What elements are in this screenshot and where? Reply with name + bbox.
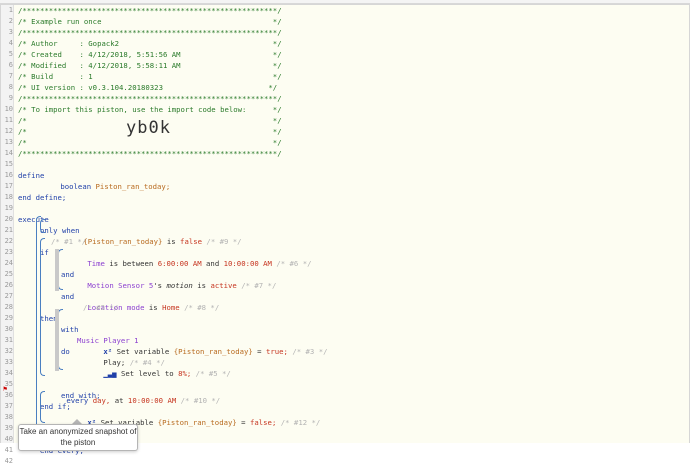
line-number: 19	[4, 204, 13, 212]
line-number: 10	[4, 105, 13, 113]
time-operand[interactable]: Time	[87, 259, 105, 268]
line-number: 1	[8, 6, 13, 14]
false-value[interactable]: false	[180, 237, 202, 246]
code-line: 15	[5, 159, 689, 170]
line-number: 12	[4, 127, 13, 135]
only-when-variable[interactable]: {Piston_ran_today}	[83, 237, 162, 246]
variable-declaration[interactable]: Piston_ran_today;	[96, 182, 171, 191]
line-text: /* Author : Gopack2 */	[18, 39, 282, 48]
code-line: 19	[5, 203, 689, 214]
line-text: /* Example run once */	[18, 17, 282, 26]
line-number: 34	[4, 369, 13, 377]
keyword-boolean: boolean	[60, 182, 92, 191]
line-text: /***************************************…	[18, 28, 282, 37]
line-number: 2	[8, 17, 13, 25]
line-number: 18	[4, 193, 13, 201]
line-number: 7	[8, 72, 13, 80]
signal-bars-icon: ▁▃▅	[103, 369, 117, 378]
line-number: 21	[4, 226, 13, 234]
line-number: 4	[8, 39, 13, 47]
line-number: 30	[4, 325, 13, 333]
line-number: 38	[4, 413, 13, 421]
code-line: 8 /* UI version : v0.3.104.20180323 */	[9, 82, 689, 93]
active-value[interactable]: active	[210, 281, 236, 290]
line-number: 17	[4, 182, 13, 190]
then-bar	[55, 309, 59, 371]
line-number: 5	[8, 50, 13, 58]
line-number: 40	[4, 435, 13, 443]
line-number: 3	[8, 28, 13, 36]
code-line: 5 /* Created : 4/12/2018, 5:51:56 AM */	[9, 49, 689, 60]
line-text: /***************************************…	[18, 149, 282, 158]
line-number: 16	[4, 171, 13, 179]
line-number: 11	[4, 116, 13, 124]
piston-code-viewer: 1 /**************************************…	[0, 4, 690, 465]
line-number: 27	[4, 292, 13, 300]
line-text: /* To import this piston, use the import…	[18, 105, 282, 114]
code-line: 10 /* To import this piston, use the impo…	[5, 104, 689, 115]
code-line: 6 /* Modified : 4/12/2018, 5:58:11 AM */	[9, 60, 689, 71]
line-number: 23	[4, 248, 13, 256]
time-start[interactable]: 6:00:00 AM	[158, 259, 202, 268]
line-text: /***************************************…	[18, 6, 282, 15]
code-line: 12/* */	[5, 126, 689, 137]
every-keyword[interactable]: every	[66, 396, 88, 405]
line-number: 14	[4, 149, 13, 157]
line-text: /* Created : 4/12/2018, 5:51:56 AM */	[18, 50, 282, 59]
line-number: 26	[4, 281, 13, 289]
line-number: 29	[4, 314, 13, 322]
line-number: 20	[4, 215, 13, 223]
line-number: 32	[4, 347, 13, 355]
line-number: 41	[4, 446, 13, 454]
if-bracket	[40, 238, 45, 376]
line-number: 22	[4, 237, 13, 245]
line-number: 33	[4, 358, 13, 366]
line-number: 13	[4, 138, 13, 146]
import-code[interactable]: yb0k	[126, 118, 171, 138]
code-line: 13 /* */	[5, 137, 689, 148]
line-text: /* UI version : v0.3.104.20180323 */	[18, 83, 278, 92]
line-text: /* Build : 1 */	[18, 72, 282, 81]
code-line: 7 /* Build : 1 */	[9, 71, 689, 82]
code-line: 42	[5, 456, 689, 467]
code-line: 20 execute	[5, 214, 689, 225]
code-line: 14 /*************************************…	[5, 148, 689, 159]
line-text: /***************************************…	[18, 94, 282, 103]
snapshot-tooltip: Take an anonymized snapshot of the pisto…	[18, 424, 138, 451]
code-line: 30 with	[5, 324, 689, 335]
line-number: 9	[8, 94, 13, 102]
motion-sensor-device[interactable]: Motion Sensor 5	[87, 281, 153, 290]
line-number: 28	[4, 303, 13, 311]
line-number: 39	[4, 424, 13, 432]
code-line: 4 /* Author : Gopack2 */	[9, 38, 689, 49]
line-number: 31	[4, 336, 13, 344]
code-line: 9 /**************************************…	[9, 93, 689, 104]
line-number: 25	[4, 270, 13, 278]
line-number: 15	[4, 160, 13, 168]
line-number: 37	[4, 402, 13, 410]
line-number: 6	[8, 61, 13, 69]
code-line: 2 /* Example run once */	[9, 16, 689, 27]
code-line: 11/* */	[5, 115, 689, 126]
line-text: /* */	[18, 138, 282, 147]
code-area: 1 /**************************************…	[3, 5, 689, 465]
home-value[interactable]: Home	[162, 303, 180, 312]
line-text: /* Modified : 4/12/2018, 5:58:11 AM */	[18, 61, 282, 70]
code-line: 1 /**************************************…	[9, 5, 689, 16]
line-text[interactable]: with	[61, 324, 79, 335]
line-number: 8	[8, 83, 13, 91]
only-when-bracket	[40, 219, 45, 233]
code-line: 3 /**************************************…	[9, 27, 689, 38]
bookmark-icon[interactable]: ⚑	[3, 384, 7, 395]
level-value[interactable]: 8%;	[178, 369, 191, 378]
time-end[interactable]: 10:00:00 AM	[224, 259, 272, 268]
line-number: 24	[4, 259, 13, 267]
line-number: 42	[4, 457, 13, 465]
